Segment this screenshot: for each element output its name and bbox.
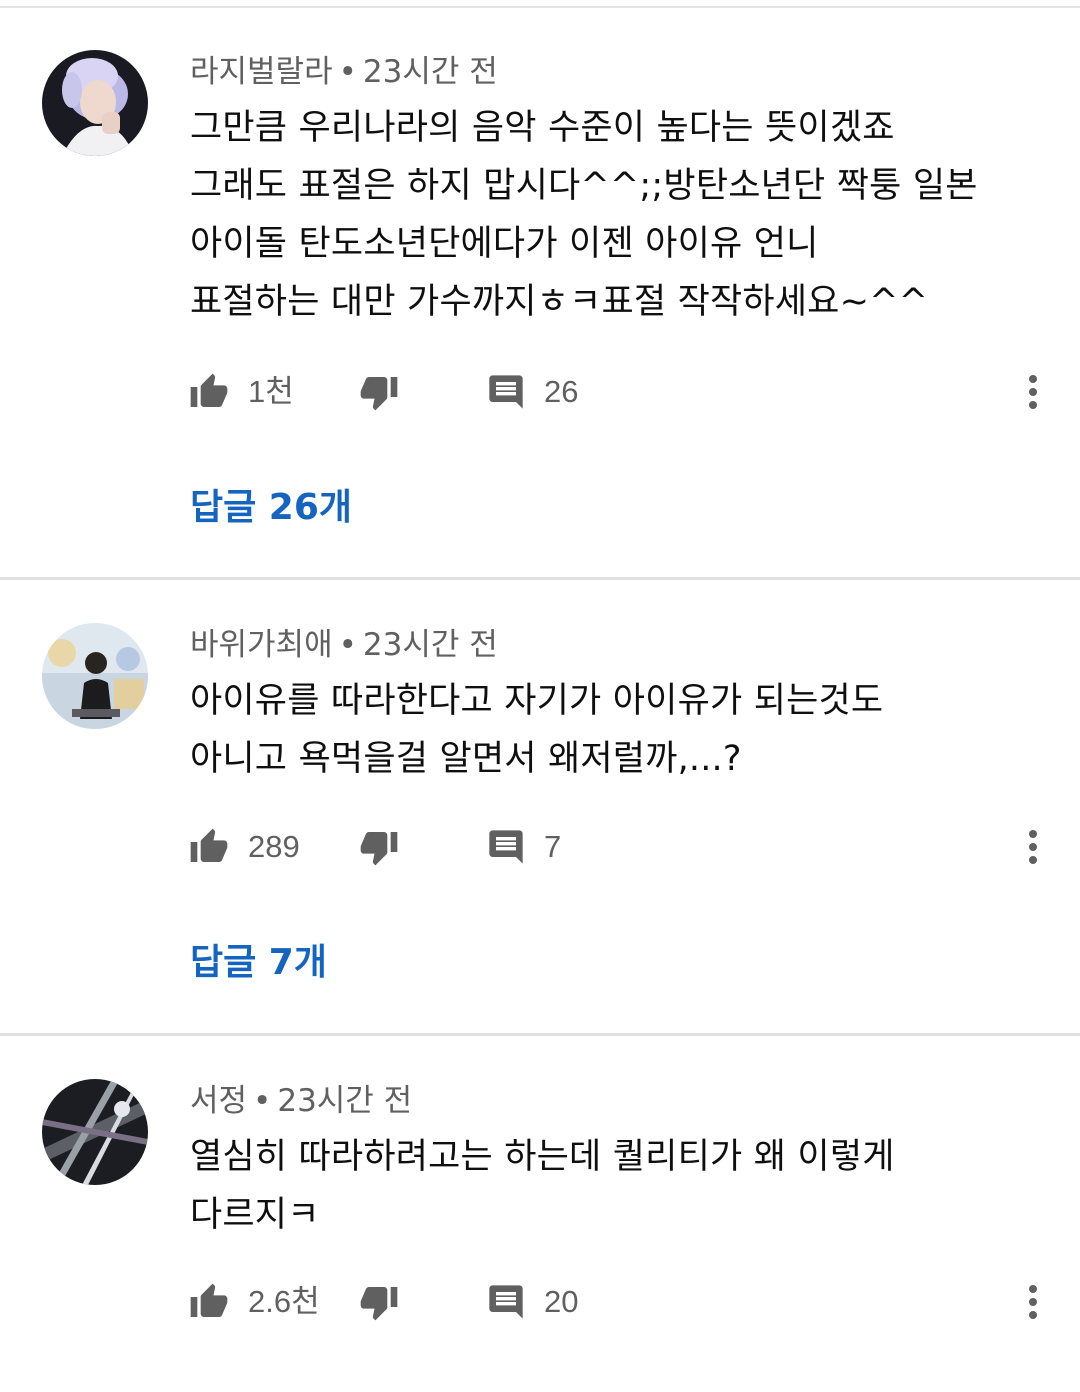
like-button[interactable]: 1천 (188, 368, 294, 416)
comment-meta: 라지벌랄라 • 23시간 전 (190, 50, 498, 94)
more-vert-icon (1029, 830, 1037, 864)
avatar[interactable] (42, 623, 148, 729)
comment-actions: 1천 26 (188, 368, 1058, 416)
reply-button[interactable]: 7 (486, 823, 561, 871)
comment-text: 아이유를 따라한다고 자기가 아이유가 되는것도 아니고 욕먹을걸 알면서 왜저… (190, 681, 884, 779)
comment-icon (489, 830, 523, 864)
comment-divider (0, 1033, 1080, 1036)
meta-separator: • (338, 54, 357, 90)
thumb-up-icon (190, 1283, 228, 1317)
reply-count: 7 (544, 829, 562, 864)
like-count: 2.6천 (248, 1284, 320, 1319)
like-count: 289 (248, 829, 300, 864)
comment-time[interactable]: 23시간 전 (277, 1083, 412, 1119)
reply-button[interactable]: 26 (486, 368, 578, 416)
avatar-image-1 (42, 50, 148, 156)
dislike-button[interactable] (358, 368, 400, 416)
avatar[interactable] (42, 50, 148, 156)
view-replies-link[interactable]: 답글 26개 (190, 484, 352, 532)
top-divider (0, 6, 1080, 8)
avatar[interactable] (42, 1079, 148, 1185)
comment-time[interactable]: 23시간 전 (363, 627, 498, 663)
view-replies-link[interactable]: 답글 7개 (190, 939, 327, 987)
thumb-up-icon (190, 828, 228, 862)
author-name[interactable]: 서정 (190, 1083, 247, 1119)
like-count: 1천 (248, 374, 294, 409)
avatar-image-2 (42, 623, 148, 729)
comment-icon (489, 375, 523, 409)
reply-button[interactable]: 20 (486, 1278, 578, 1326)
dislike-button[interactable] (358, 1278, 400, 1326)
comment-time[interactable]: 23시간 전 (363, 54, 498, 90)
thumb-down-icon (360, 832, 398, 866)
comment-meta: 서정 • 23시간 전 (190, 1079, 412, 1123)
comment-text: 그만큼 우리나라의 음악 수준이 높다는 뜻이겠죠 그래도 표절은 하지 맙시다… (190, 108, 978, 322)
reply-count: 20 (544, 1284, 579, 1319)
author-name[interactable]: 라지벌랄라 (190, 54, 333, 90)
comment-text: 열심히 따라하려고는 하는데 퀄리티가 왜 이렇게 다르지ㅋ (190, 1137, 895, 1235)
more-options-button[interactable] (1018, 1278, 1048, 1326)
author-name[interactable]: 바위가최애 (190, 627, 333, 663)
more-vert-icon (1029, 1285, 1037, 1319)
comment-meta: 바위가최애 • 23시간 전 (190, 623, 498, 667)
reply-count: 26 (544, 374, 579, 409)
meta-separator: • (253, 1083, 272, 1119)
thumb-down-icon (360, 1287, 398, 1321)
like-button[interactable]: 2.6천 (188, 1278, 320, 1326)
more-options-button[interactable] (1018, 368, 1048, 416)
like-button[interactable]: 289 (188, 823, 300, 871)
comment-actions: 2.6천 20 (188, 1278, 1058, 1326)
avatar-image-3 (42, 1079, 148, 1185)
meta-separator: • (338, 627, 357, 663)
more-options-button[interactable] (1018, 823, 1048, 871)
comment-actions: 289 7 (188, 823, 1058, 871)
thumb-up-icon (190, 373, 228, 407)
dislike-button[interactable] (358, 823, 400, 871)
comment-icon (489, 1285, 523, 1319)
thumb-down-icon (360, 377, 398, 411)
more-vert-icon (1029, 375, 1037, 409)
comment-divider (0, 577, 1080, 580)
